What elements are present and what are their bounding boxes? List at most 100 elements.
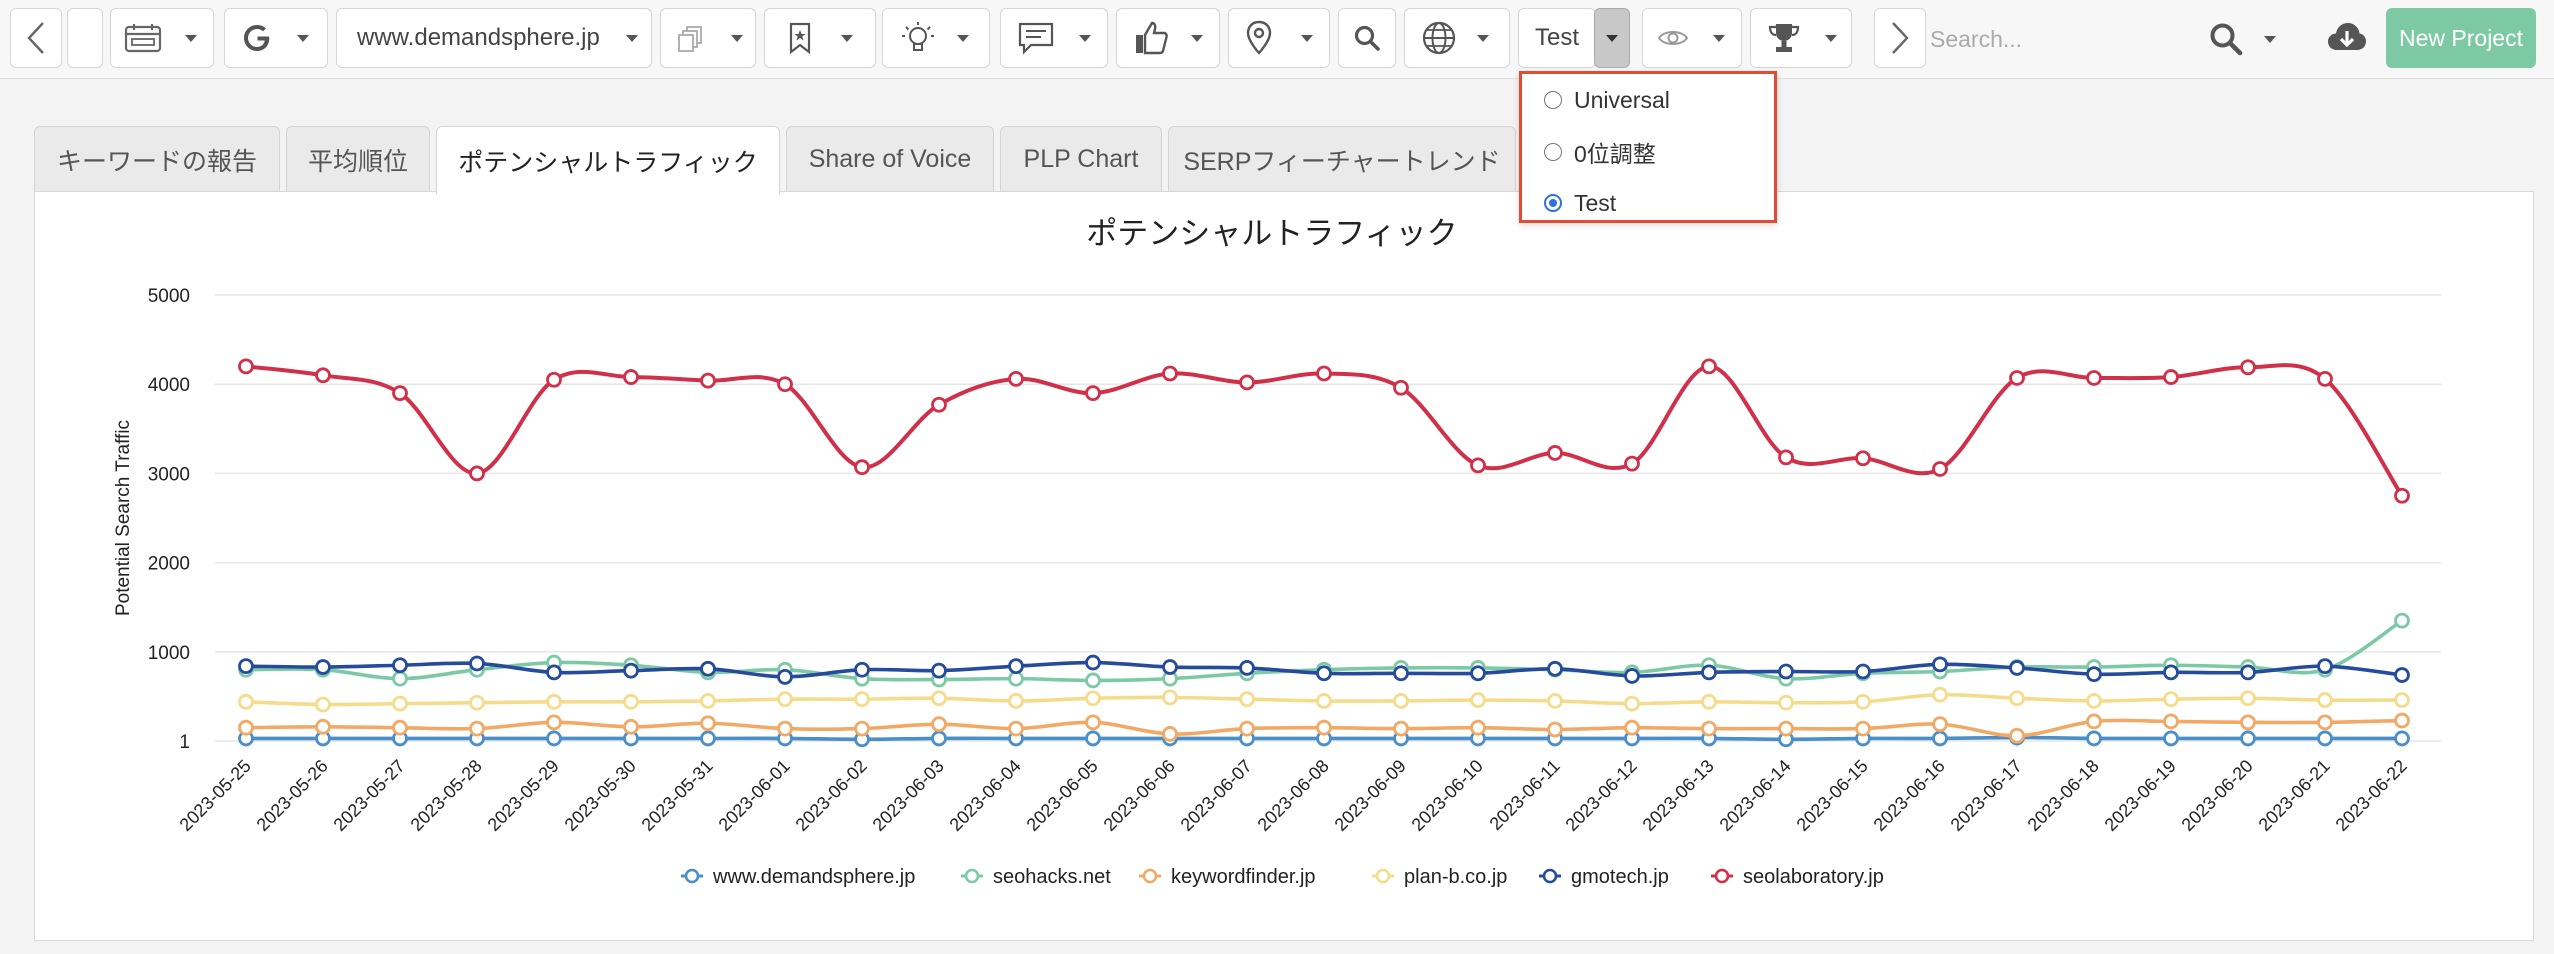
data-point-plan-b.co.jp xyxy=(392,695,408,712)
feedback-dropdown[interactable] xyxy=(1116,8,1220,68)
data-point-gmotech.jp xyxy=(2163,664,2179,681)
forward-button[interactable] xyxy=(1874,8,1926,68)
data-point-keywordfinder.jp xyxy=(623,718,639,735)
data-point-seolaboratory.jp xyxy=(546,371,562,388)
pages-icon xyxy=(678,26,702,52)
tab-keyword-report[interactable]: キーワードの報告 xyxy=(34,126,280,192)
data-point-plan-b.co.jp xyxy=(1778,694,1794,711)
data-point-seolaboratory.jp xyxy=(1470,457,1486,474)
location-dropdown[interactable] xyxy=(1228,8,1330,68)
back-button[interactable] xyxy=(10,8,62,68)
globe-icon xyxy=(1422,21,1456,55)
option-universal[interactable]: Universal xyxy=(1544,80,1670,120)
tab-share-of-voice[interactable]: Share of Voice xyxy=(786,126,994,192)
data-point-seolaboratory.jp xyxy=(777,376,793,393)
data-point-gmotech.jp xyxy=(392,657,408,674)
legend-marker xyxy=(1375,868,1391,884)
tab-average-rank[interactable]: 平均順位 xyxy=(286,126,430,192)
data-point-seolaboratory.jp xyxy=(2240,359,2256,376)
global-search-button[interactable] xyxy=(2208,18,2288,60)
data-point-seolaboratory.jp xyxy=(854,459,870,476)
tab-serp-feature-trend[interactable]: SERPフィーチャートレンド xyxy=(1168,126,1516,192)
option-test[interactable]: Test xyxy=(1544,183,1616,223)
x-tick-label: 2023-05-30 xyxy=(561,756,640,835)
radio-test[interactable] xyxy=(1544,194,1562,212)
radio-universal[interactable] xyxy=(1544,91,1562,109)
search-button[interactable] xyxy=(1338,8,1396,68)
data-point-seolaboratory.jp xyxy=(1624,455,1640,472)
language-dropdown[interactable] xyxy=(1404,8,1510,68)
y-tick-label: 5000 xyxy=(148,286,190,307)
search-icon xyxy=(2210,23,2243,56)
data-point-www.demandsphere.jp xyxy=(1085,730,1101,747)
comments-dropdown[interactable] xyxy=(1000,8,1108,68)
data-point-www.demandsphere.jp xyxy=(2317,730,2333,747)
x-tick-label: 2023-05-28 xyxy=(407,756,486,835)
data-point-keywordfinder.jp xyxy=(2009,727,2025,744)
data-point-seolaboratory.jp xyxy=(1855,450,1871,467)
chevron-down-icon xyxy=(731,34,743,42)
data-point-plan-b.co.jp xyxy=(238,693,254,710)
legend-marker xyxy=(964,868,980,884)
data-point-plan-b.co.jp xyxy=(1547,693,1563,709)
x-tick-label: 2023-05-31 xyxy=(638,756,717,835)
calendar-dropdown[interactable] xyxy=(110,8,214,68)
x-tick-label: 2023-06-19 xyxy=(2101,756,2180,835)
data-point-keywordfinder.jp xyxy=(1008,720,1024,737)
data-point-plan-b.co.jp xyxy=(777,691,793,708)
data-point-seolaboratory.jp xyxy=(1547,445,1563,461)
insights-dropdown[interactable] xyxy=(882,8,990,68)
data-point-keywordfinder.jp xyxy=(931,716,947,733)
legend-marker xyxy=(1542,868,1558,884)
data-point-gmotech.jp xyxy=(1855,663,1871,680)
competitors-dropdown[interactable] xyxy=(1750,8,1852,68)
data-point-keywordfinder.jp xyxy=(1239,720,1255,737)
toolbar-spacer-button[interactable] xyxy=(67,8,103,68)
data-point-plan-b.co.jp xyxy=(1008,693,1024,709)
data-point-plan-b.co.jp xyxy=(2163,691,2179,708)
option-label: Universal xyxy=(1574,86,1670,113)
bookmark-dropdown[interactable] xyxy=(764,8,876,68)
tab-potential-traffic[interactable]: ポテンシャルトラフィック xyxy=(436,126,780,194)
x-tick-label: 2023-06-04 xyxy=(946,756,1025,835)
domain-dropdown[interactable]: www.demandsphere.jp xyxy=(336,8,652,68)
data-point-www.demandsphere.jp xyxy=(2086,730,2102,747)
y-tick-label: 3000 xyxy=(148,464,190,485)
view-select[interactable]: Test xyxy=(1518,8,1596,68)
data-point-seolaboratory.jp xyxy=(1778,449,1794,466)
x-tick-label: 2023-05-29 xyxy=(484,756,563,835)
data-point-plan-b.co.jp xyxy=(1239,691,1255,708)
view-select-toggle[interactable] xyxy=(1594,8,1630,68)
radio-zero-rank[interactable] xyxy=(1544,143,1562,161)
search-input[interactable] xyxy=(1928,12,2172,66)
chevron-down-icon xyxy=(841,34,853,42)
data-point-gmotech.jp xyxy=(1239,660,1255,676)
download-button[interactable] xyxy=(2326,20,2370,60)
tab-plp-chart[interactable]: PLP Chart xyxy=(1000,126,1162,192)
data-point-keywordfinder.jp xyxy=(854,720,870,737)
legend-label: www.demandsphere.jp xyxy=(712,866,915,888)
comment-icon xyxy=(1018,22,1054,55)
legend-label: seolaboratory.jp xyxy=(1743,866,1884,888)
data-point-keywordfinder.jp xyxy=(1778,720,1794,737)
option-label: 0位調整 xyxy=(1574,141,1656,167)
data-point-keywordfinder.jp xyxy=(1855,720,1871,737)
data-point-keywordfinder.jp xyxy=(1470,719,1486,736)
x-tick-label: 2023-06-13 xyxy=(1639,756,1718,835)
data-point-keywordfinder.jp xyxy=(2240,714,2256,731)
data-point-keywordfinder.jp xyxy=(1162,726,1178,742)
legend-label: seohacks.net xyxy=(993,866,1111,888)
data-point-seolaboratory.jp xyxy=(700,372,716,389)
new-project-button[interactable]: New Project xyxy=(2386,8,2536,68)
pages-dropdown[interactable] xyxy=(660,8,756,68)
data-point-plan-b.co.jp xyxy=(546,693,562,710)
search-engine-dropdown[interactable] xyxy=(224,8,328,68)
data-point-keywordfinder.jp xyxy=(469,720,485,737)
data-point-keywordfinder.jp xyxy=(1085,714,1101,731)
data-point-seolaboratory.jp xyxy=(1393,379,1409,396)
data-point-keywordfinder.jp xyxy=(1393,720,1409,737)
option-zero-rank[interactable]: 0位調整 xyxy=(1544,132,1656,172)
chevron-down-icon xyxy=(1301,34,1313,42)
visibility-dropdown[interactable] xyxy=(1642,8,1742,68)
chevron-down-icon xyxy=(1825,34,1837,42)
